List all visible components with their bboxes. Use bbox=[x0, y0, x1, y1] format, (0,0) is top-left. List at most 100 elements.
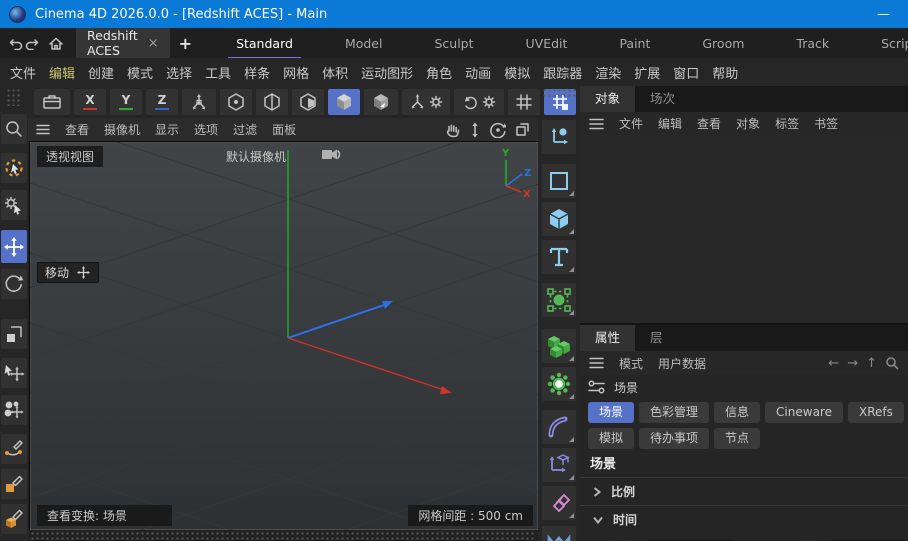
tab-layers[interactable]: 层 bbox=[635, 325, 678, 351]
edges-mode-icon[interactable] bbox=[256, 89, 288, 115]
layout-tab-paint[interactable]: Paint bbox=[615, 30, 654, 57]
view-label[interactable]: 透视视图 bbox=[37, 146, 103, 167]
tab-attributes[interactable]: 属性 bbox=[580, 325, 635, 351]
section-time[interactable]: 时间 bbox=[580, 505, 908, 533]
object-list[interactable] bbox=[580, 135, 908, 325]
minimize-button[interactable]: — bbox=[877, 7, 890, 22]
camera-icon[interactable] bbox=[320, 147, 342, 162]
layout-tab-track[interactable]: Track bbox=[792, 30, 833, 57]
menu-window[interactable]: 窗口 bbox=[673, 63, 699, 82]
attr-tab-nodes[interactable]: 节点 bbox=[714, 428, 760, 449]
undo-button[interactable] bbox=[8, 36, 24, 50]
grid-icon[interactable] bbox=[508, 89, 540, 115]
attr-tab-simulation[interactable]: 模拟 bbox=[588, 428, 634, 449]
vp-menu-view[interactable]: 查看 bbox=[65, 121, 89, 138]
redo-button[interactable] bbox=[24, 36, 40, 50]
pen-primitive-tool-icon[interactable] bbox=[1, 504, 27, 534]
points-mode-icon[interactable] bbox=[220, 89, 252, 115]
menu-animate[interactable]: 动画 bbox=[465, 63, 491, 82]
om-menu-view[interactable]: 查看 bbox=[697, 115, 721, 132]
axis-lock-z-button[interactable]: Z bbox=[146, 89, 178, 115]
tweak-move-tool-icon[interactable] bbox=[1, 358, 27, 388]
layout-tab-sculpt[interactable]: Sculpt bbox=[430, 30, 477, 57]
layout-tab-model[interactable]: Model bbox=[341, 30, 387, 57]
vp-menu-options[interactable]: 选项 bbox=[194, 121, 218, 138]
orbit-icon[interactable] bbox=[490, 122, 506, 138]
om-menu-file[interactable]: 文件 bbox=[619, 115, 643, 132]
menu-extensions[interactable]: 扩展 bbox=[634, 63, 660, 82]
viewport-canvas[interactable]: 透视视图 默认摄像机 Y Z X 移动 查看变换: 场景 网格间距 : 500 … bbox=[29, 141, 539, 531]
menu-edit[interactable]: 编辑 bbox=[49, 63, 75, 82]
instance-icon[interactable] bbox=[542, 486, 576, 520]
attr-tab-todo[interactable]: 待办事项 bbox=[639, 428, 709, 449]
selected-object-row[interactable]: 场景 bbox=[580, 375, 908, 399]
camera-label[interactable]: 默认摄像机 bbox=[226, 148, 286, 165]
axis-lock-x-button[interactable]: X bbox=[74, 89, 106, 115]
soft-move-tool-icon[interactable] bbox=[1, 395, 27, 425]
texture-mode-icon[interactable] bbox=[364, 89, 398, 115]
menu-simulate[interactable]: 模拟 bbox=[504, 63, 530, 82]
snap-rotate-settings-icon[interactable] bbox=[454, 89, 504, 115]
am-search-icon[interactable] bbox=[885, 356, 899, 370]
vp-menu-filter[interactable]: 过滤 bbox=[233, 121, 257, 138]
model-mode-icon[interactable] bbox=[328, 89, 360, 115]
vp-menu-panel[interactable]: 面板 bbox=[272, 121, 296, 138]
menu-character[interactable]: 角色 bbox=[426, 63, 452, 82]
camera-clipped-icon[interactable] bbox=[542, 526, 576, 541]
dolly-icon[interactable] bbox=[469, 122, 481, 138]
om-menu-object[interactable]: 对象 bbox=[736, 115, 760, 132]
menu-file[interactable]: 文件 bbox=[10, 63, 36, 82]
menu-mode[interactable]: 模式 bbox=[127, 63, 153, 82]
spline-primitives-icon[interactable] bbox=[542, 164, 576, 198]
sketch-pen-tool-icon[interactable] bbox=[1, 469, 27, 499]
am-hamburger-icon[interactable] bbox=[589, 357, 604, 369]
layout-tab-uvedit[interactable]: UVEdit bbox=[522, 30, 572, 57]
primitive-cube-icon[interactable] bbox=[542, 202, 576, 236]
axis-lock-y-button[interactable]: Y bbox=[110, 89, 142, 115]
om-menu-tags[interactable]: 标签 bbox=[775, 115, 799, 132]
menu-tools[interactable]: 工具 bbox=[205, 63, 231, 82]
scene-helpers-icon[interactable] bbox=[542, 448, 576, 482]
pan-hand-icon[interactable] bbox=[444, 122, 460, 138]
up-arrow-icon[interactable]: ↑ bbox=[866, 356, 877, 371]
am-menu-mode[interactable]: 模式 bbox=[619, 355, 643, 372]
layout-tab-groom[interactable]: Groom bbox=[698, 30, 748, 57]
timeline-drag-handle[interactable] bbox=[28, 530, 538, 541]
generators-icon[interactable] bbox=[542, 283, 576, 317]
polygons-mode-icon[interactable] bbox=[292, 89, 324, 115]
selection-settings-tool-icon[interactable] bbox=[1, 190, 27, 220]
menu-mograph[interactable]: 运动图形 bbox=[361, 63, 413, 82]
attr-tab-cineware[interactable]: Cineware bbox=[765, 402, 843, 423]
attr-tab-scene[interactable]: 场景 bbox=[588, 402, 634, 423]
attr-tab-xrefs[interactable]: XRefs bbox=[848, 402, 904, 423]
vp-menu-display[interactable]: 显示 bbox=[155, 121, 179, 138]
menu-select[interactable]: 选择 bbox=[166, 63, 192, 82]
scale-tool-icon[interactable] bbox=[1, 319, 27, 349]
back-arrow-icon[interactable]: ← bbox=[828, 356, 839, 371]
axis-center-settings-icon[interactable] bbox=[402, 89, 450, 115]
motext-icon[interactable] bbox=[542, 240, 576, 274]
live-selection-tool-icon[interactable] bbox=[1, 153, 27, 183]
menu-volume[interactable]: 体积 bbox=[322, 63, 348, 82]
spline-pen-icon[interactable] bbox=[542, 120, 576, 154]
menu-render[interactable]: 渲染 bbox=[595, 63, 621, 82]
menu-mesh[interactable]: 网格 bbox=[283, 63, 309, 82]
left-drag-handle[interactable] bbox=[6, 88, 22, 106]
home-icon[interactable] bbox=[48, 36, 64, 51]
attr-tab-info[interactable]: 信息 bbox=[714, 402, 760, 423]
attr-tab-color-management[interactable]: 色彩管理 bbox=[639, 402, 709, 423]
viewport-hamburger-icon[interactable] bbox=[36, 124, 50, 135]
workspace-tab[interactable]: Redshift ACES × bbox=[76, 28, 170, 58]
menu-tracker[interactable]: 跟踪器 bbox=[543, 63, 582, 82]
right-palette-drag-handle[interactable] bbox=[542, 88, 578, 98]
om-menu-edit[interactable]: 编辑 bbox=[658, 115, 682, 132]
om-hamburger-icon[interactable] bbox=[589, 118, 604, 130]
vp-menu-camera[interactable]: 摄像机 bbox=[104, 121, 140, 138]
volume-icon[interactable] bbox=[542, 329, 576, 363]
move-tool-icon[interactable] bbox=[1, 230, 27, 263]
tab-takes[interactable]: 场次 bbox=[635, 86, 690, 112]
layout-tab-script[interactable]: Script bbox=[877, 30, 908, 57]
layout-tab-standard[interactable]: Standard bbox=[232, 30, 297, 57]
zoom-tool-icon[interactable] bbox=[1, 114, 27, 144]
close-tab-icon[interactable]: × bbox=[148, 36, 159, 51]
